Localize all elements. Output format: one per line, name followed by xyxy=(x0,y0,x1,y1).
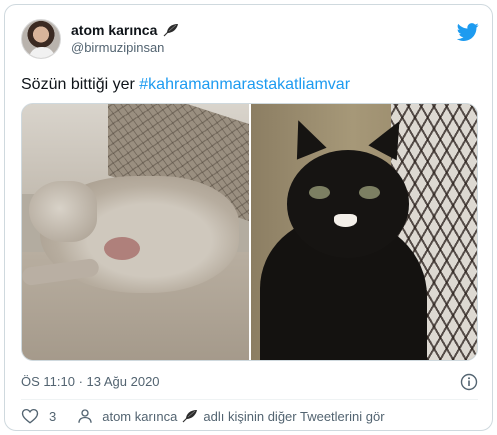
author-handle[interactable]: @birmuzipinsan xyxy=(71,40,164,55)
hashtag-link[interactable]: #kahramanmarastakatliamvar xyxy=(139,76,350,93)
avatar[interactable] xyxy=(21,19,61,59)
person-icon xyxy=(78,409,92,423)
tweet-card[interactable]: atom karınca @birmuzipinsan Sözün bittiğ… xyxy=(4,4,493,431)
more-tweets-suffix: adlı kişinin diğer Tweetlerini gör xyxy=(203,408,385,424)
heart-icon[interactable] xyxy=(21,407,39,425)
info-icon[interactable] xyxy=(460,373,478,391)
media-grid xyxy=(21,103,478,361)
photo-cat[interactable] xyxy=(250,104,477,360)
like-count[interactable]: 3 xyxy=(49,409,56,424)
photo-dog[interactable] xyxy=(22,104,249,360)
tweet-text-body: Sözün bittiği yer xyxy=(21,76,140,93)
more-tweets-author: atom karınca xyxy=(102,408,178,424)
feather-icon xyxy=(182,410,198,423)
tweet-timestamp[interactable]: ÖS 11:10 · 13 Ağu 2020 xyxy=(21,374,160,389)
tweet-text: Sözün bittiği yer #kahramanmarastakatlia… xyxy=(21,76,350,94)
divider xyxy=(21,399,478,400)
feather-icon xyxy=(163,24,179,37)
more-tweets-link[interactable]: atom karınca adlı kişinin diğer Tweetler… xyxy=(102,409,384,424)
twitter-bird-icon[interactable] xyxy=(457,21,479,43)
author-display-name[interactable]: atom karınca xyxy=(71,22,157,38)
author-name-row[interactable]: atom karınca xyxy=(71,22,179,38)
tweet-header: atom karınca @birmuzipinsan xyxy=(21,19,481,63)
tweet-actions: 3 atom karınca adlı kişinin diğer Tweetl… xyxy=(21,406,385,426)
